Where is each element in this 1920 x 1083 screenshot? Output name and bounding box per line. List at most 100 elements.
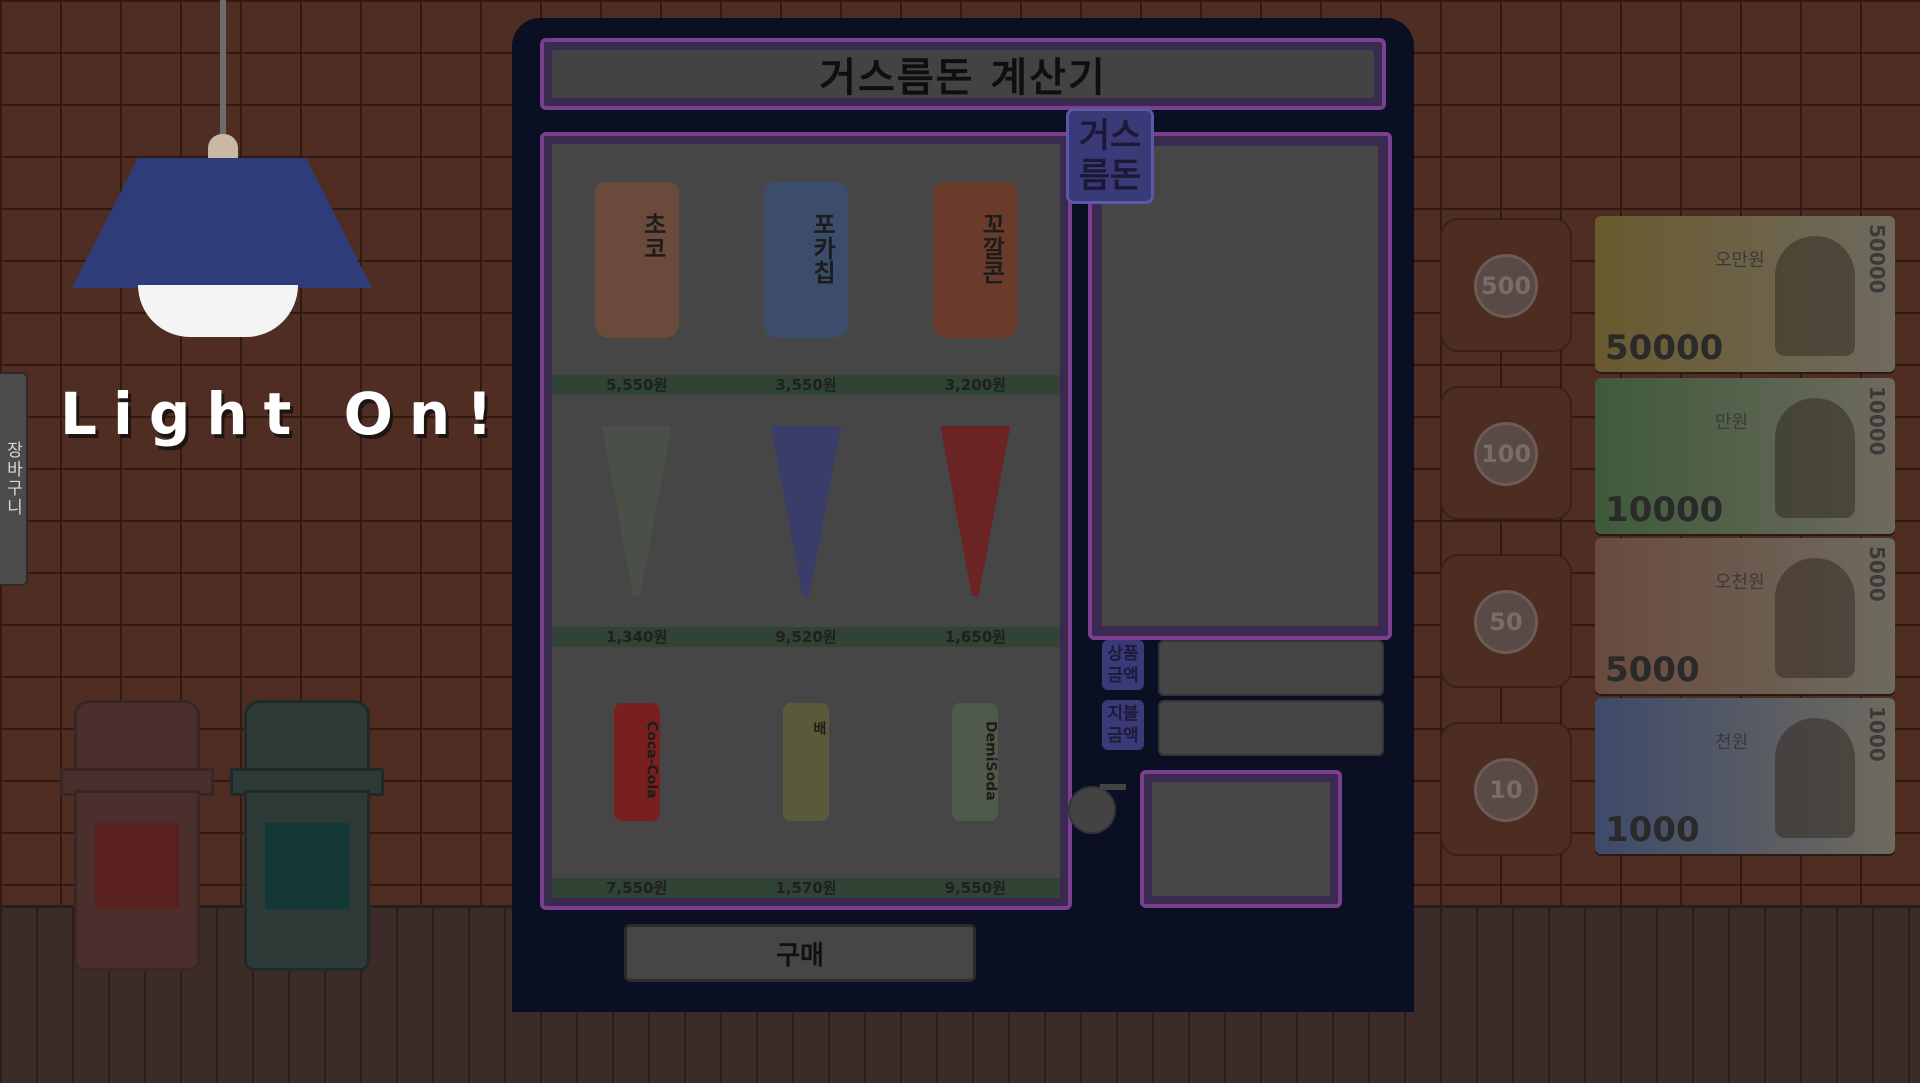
product-row-items: 초코 포카칩 꼬깔콘 — [552, 144, 1060, 375]
bill-side-value: 1000 — [1865, 706, 1889, 762]
price-strip: 5,550원 3,550원 3,200원 — [552, 375, 1060, 396]
cone-icon — [770, 425, 841, 596]
product-item[interactable]: 포카칩 — [721, 144, 890, 375]
bin-body — [74, 790, 200, 971]
lamp-cord — [220, 0, 226, 140]
bin-lid — [74, 700, 200, 776]
bill-value: 5000 — [1605, 650, 1700, 690]
coin-10: 10 — [1474, 758, 1538, 822]
coin-500: 500 — [1474, 254, 1538, 318]
product-name: 포카칩 — [807, 211, 836, 284]
change-output-area — [1102, 146, 1378, 626]
paid-amount-label: 지불금액 — [1102, 700, 1144, 750]
product-item[interactable]: DemiSoda — [891, 647, 1060, 878]
dispense-tray[interactable] — [1140, 770, 1342, 908]
product-price: 7,550원 — [606, 878, 668, 897]
product-name: 꼬깔콘 — [977, 211, 1006, 284]
can-icon: Coca-Cola — [613, 703, 660, 822]
bin-panel — [265, 823, 349, 909]
price-strip: 1,340원 9,520원 1,650원 — [552, 626, 1060, 647]
coin-500-tile[interactable]: 500 — [1440, 218, 1572, 352]
product-amount-field[interactable] — [1158, 640, 1384, 696]
product-item[interactable] — [891, 395, 1060, 626]
bill-side-value: 5000 — [1865, 546, 1889, 602]
portrait-icon — [1775, 558, 1855, 678]
basket-tab-label: 장바구니 — [2, 441, 23, 517]
buy-button[interactable]: 구매 — [624, 924, 976, 982]
dispense-tray-area — [1152, 782, 1330, 896]
product-item[interactable] — [552, 395, 721, 626]
bill-value: 50000 — [1605, 328, 1724, 368]
product-row-items: Coca-Cola 배 DemiSoda — [552, 647, 1060, 878]
bill-side-value: 10000 — [1865, 386, 1889, 456]
product-price: 1,570원 — [775, 878, 837, 897]
cone-icon — [601, 425, 672, 596]
light-on-button[interactable]: Light On! — [60, 380, 509, 448]
product-amount-label: 상품금액 — [1102, 640, 1144, 690]
bill-1000[interactable]: 천원 1000 1000 — [1595, 698, 1895, 854]
cone-icon — [940, 425, 1011, 596]
product-item[interactable]: 초코 — [552, 144, 721, 375]
product-name: DemiSoda — [982, 721, 999, 801]
vending-machine: 거스름돈 계산기 초코 포카칩 꼬깔콘 5,550원 3,550원 3,200원 1,340… — [512, 18, 1414, 1012]
bill-value: 1000 — [1605, 810, 1700, 850]
can-icon: 배 — [782, 703, 829, 822]
price-strip: 7,550원 1,570원 9,550원 — [552, 877, 1060, 898]
product-name: 배 — [810, 721, 827, 736]
product-row: Coca-Cola 배 DemiSoda 7,550원 1,570원 9,550원 — [552, 647, 1060, 898]
bill-name: 오천원 — [1715, 572, 1765, 593]
paid-amount-field[interactable] — [1158, 700, 1384, 756]
can-icon: DemiSoda — [952, 703, 999, 822]
machine-title: 거스름돈 계산기 — [552, 50, 1374, 101]
bill-50000[interactable]: 오만원 50000 50000 — [1595, 216, 1895, 372]
product-price: 9,550원 — [944, 878, 1006, 897]
bill-value: 10000 — [1605, 490, 1724, 530]
product-price: 3,550원 — [775, 376, 837, 395]
coin-slot[interactable] — [1068, 786, 1116, 834]
coin-50-tile[interactable]: 50 — [1440, 554, 1572, 688]
product-name: Coca-Cola — [643, 721, 660, 799]
product-row: 초코 포카칩 꼬깔콘 5,550원 3,550원 3,200원 — [552, 144, 1060, 396]
product-item[interactable]: Coca-Cola — [552, 647, 721, 878]
bin-lid — [244, 700, 370, 776]
bill-10000[interactable]: 만원 10000 10000 — [1595, 378, 1895, 534]
coin-100: 100 — [1474, 422, 1538, 486]
product-price: 1,650원 — [944, 627, 1006, 646]
change-output-box — [1088, 132, 1392, 640]
bill-name: 오만원 — [1715, 250, 1765, 271]
snack-bag-icon: 꼬깔콘 — [933, 181, 1018, 338]
title-bar: 거스름돈 계산기 — [540, 38, 1386, 110]
product-price: 5,550원 — [606, 376, 668, 395]
bin-panel — [95, 823, 179, 909]
trash-bin-red[interactable] — [60, 700, 214, 971]
product-name: 초코 — [638, 211, 667, 260]
change-badge: 거스름돈 — [1066, 108, 1154, 204]
bill-name: 만원 — [1715, 412, 1749, 433]
product-item[interactable]: 꼬깔콘 — [891, 144, 1060, 375]
portrait-icon — [1775, 236, 1855, 356]
product-item[interactable]: 배 — [721, 647, 890, 878]
portrait-icon — [1775, 718, 1855, 838]
product-panel: 초코 포카칩 꼬깔콘 5,550원 3,550원 3,200원 1,340원 9,520원 1,… — [540, 132, 1072, 910]
coin-50: 50 — [1474, 590, 1538, 654]
coin-10-tile[interactable]: 10 — [1440, 722, 1572, 856]
snack-bag-icon: 포카칩 — [763, 181, 848, 338]
trash-bin-green[interactable] — [230, 700, 384, 971]
bill-name: 천원 — [1715, 732, 1749, 753]
coin-100-tile[interactable]: 100 — [1440, 386, 1572, 520]
basket-tab[interactable]: 장바구니 — [0, 372, 28, 586]
snack-bag-icon: 초코 — [594, 181, 679, 338]
portrait-icon — [1775, 398, 1855, 518]
product-price: 3,200원 — [944, 376, 1006, 395]
product-grid: 초코 포카칩 꼬깔콘 5,550원 3,550원 3,200원 1,340원 9,520원 1,… — [552, 144, 1060, 898]
product-row: 1,340원 9,520원 1,650원 — [552, 395, 1060, 647]
lamp-cap — [208, 134, 238, 160]
coin-slot-bar — [1100, 784, 1126, 790]
product-row-items — [552, 395, 1060, 626]
bill-side-value: 50000 — [1865, 224, 1889, 294]
bin-body — [244, 790, 370, 971]
product-item[interactable] — [721, 395, 890, 626]
bill-5000[interactable]: 오천원 5000 5000 — [1595, 538, 1895, 694]
product-price: 9,520원 — [775, 627, 837, 646]
product-price: 1,340원 — [606, 627, 668, 646]
